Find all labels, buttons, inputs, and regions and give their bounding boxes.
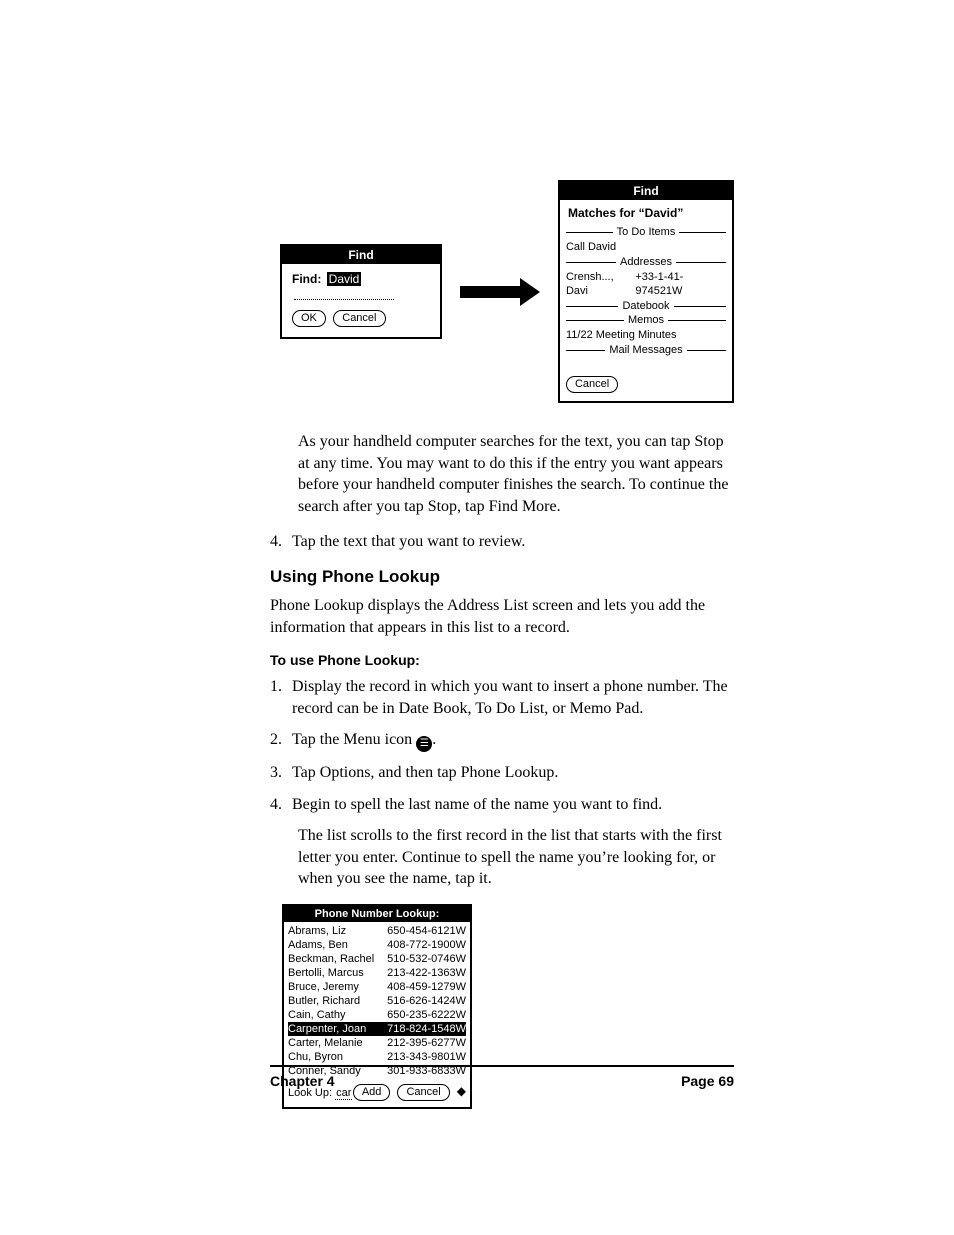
section-addresses: Addresses	[616, 256, 676, 268]
section-todo: To Do Items	[613, 226, 680, 238]
lookup-row[interactable]: Bruce, Jeremy408-459-1279W	[288, 980, 466, 994]
lookup-row[interactable]: Chu, Byron213-343-9801W	[288, 1050, 466, 1064]
pl-step-1: 1.Display the record in which you want t…	[270, 676, 734, 719]
lookup-row[interactable]: Carpenter, Joan718-824-1548W	[288, 1022, 466, 1036]
heading-phone-lookup: Using Phone Lookup	[270, 567, 734, 587]
lookup-row[interactable]: Butler, Richard516-626-1424W	[288, 994, 466, 1008]
matches-for-label: Matches for “David”	[566, 204, 726, 224]
cancel-button[interactable]: Cancel	[333, 310, 385, 327]
body-paragraph: As your handheld computer searches for t…	[298, 431, 734, 517]
footer-page: Page 69	[681, 1073, 734, 1089]
arrow-icon	[460, 278, 540, 306]
lookup-row[interactable]: Adams, Ben408-772-1900W	[288, 938, 466, 952]
section-memos: Memos	[624, 314, 668, 326]
result-todo-item[interactable]: Call David	[566, 240, 726, 254]
pl-step-2: 2. Tap the Menu icon ☰.	[270, 729, 734, 752]
menu-icon: ☰	[416, 736, 432, 752]
body-paragraph: The list scrolls to the first record in …	[298, 825, 734, 890]
phone-lookup-title: Phone Number Lookup:	[284, 906, 470, 922]
result-memo-item[interactable]: 11/22 Meeting Minutes	[566, 328, 726, 342]
find-label: Find:	[292, 272, 321, 286]
pl-step-4: 4.Begin to spell the last name of the na…	[270, 794, 734, 816]
figure-find-flow: Find Find: David OK Cancel Find Matches …	[280, 180, 734, 403]
lookup-row[interactable]: Bertolli, Marcus213-422-1363W	[288, 966, 466, 980]
lookup-row[interactable]: Beckman, Rachel510-532-0746W	[288, 952, 466, 966]
section-datebook: Datebook	[618, 300, 673, 312]
find-dialog: Find Find: David OK Cancel	[280, 244, 442, 339]
find-results-dialog: Find Matches for “David” To Do Items Cal…	[558, 180, 734, 403]
find-results-title: Find	[560, 182, 732, 200]
lookup-row[interactable]: Cain, Cathy650-235-6222W	[288, 1008, 466, 1022]
body-paragraph: Phone Lookup displays the Address List s…	[270, 595, 734, 638]
results-cancel-button[interactable]: Cancel	[566, 376, 618, 393]
find-input[interactable]: David	[327, 272, 362, 286]
lookup-row[interactable]: Abrams, Liz650-454-6121W	[288, 924, 466, 938]
footer-rule	[270, 1065, 734, 1067]
ok-button[interactable]: OK	[292, 310, 326, 327]
footer-chapter: Chapter 4	[270, 1073, 335, 1089]
find-input-underline	[294, 298, 394, 300]
lookup-row[interactable]: Carter, Melanie212-395-6277W	[288, 1036, 466, 1050]
list-step-4: 4. Tap the text that you want to review.	[270, 531, 734, 553]
subheading-to-use: To use Phone Lookup:	[270, 652, 734, 668]
pl-step-3: 3.Tap Options, and then tap Phone Lookup…	[270, 762, 734, 784]
result-address-item[interactable]: Crensh..., Davi +33-1-41-974521W	[566, 270, 726, 298]
find-dialog-title: Find	[282, 246, 440, 264]
section-mail: Mail Messages	[605, 344, 686, 356]
